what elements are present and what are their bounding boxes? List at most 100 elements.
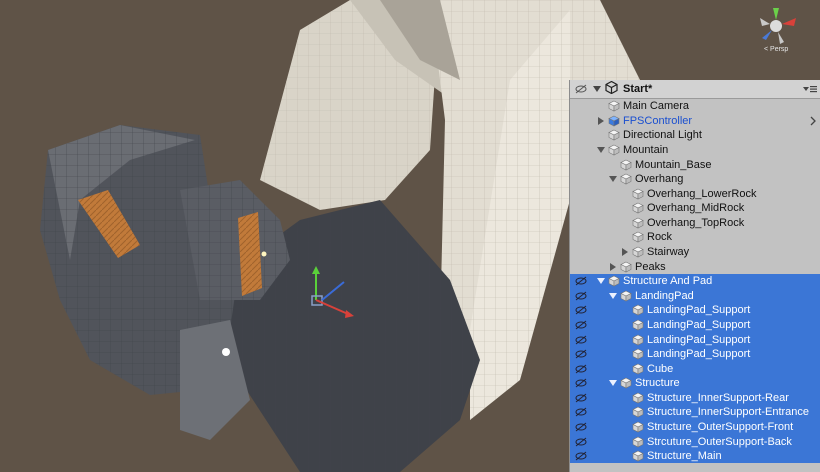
gameobject-cube-icon: [620, 159, 632, 171]
unity-logo-icon: [605, 80, 618, 97]
hierarchy-row[interactable]: Structure: [570, 375, 820, 391]
hierarchy-row[interactable]: LandingPad_Support: [570, 303, 820, 318]
gameobject-cube-icon: [632, 304, 644, 316]
hierarchy-row[interactable]: LandingPad_Support: [570, 332, 820, 347]
hierarchy-row-label: LandingPad_Support: [647, 304, 751, 317]
hierarchy-row[interactable]: Peaks: [570, 259, 820, 274]
visibility-eye-icon[interactable]: [570, 393, 592, 403]
hierarchy-row[interactable]: Overhang: [570, 172, 820, 187]
gameobject-cube-icon: [608, 100, 620, 112]
gameobject-cube-icon: [632, 348, 644, 360]
hierarchy-row-label: Structure_InnerSupport-Rear: [647, 391, 789, 404]
hierarchy-row[interactable]: Structure_OuterSupport-Front: [570, 419, 820, 435]
hierarchy-row[interactable]: Structure And Pad: [570, 273, 820, 289]
gameobject-cube-icon: [620, 377, 632, 389]
expand-triangle-down-icon[interactable]: [596, 276, 606, 286]
hierarchy-row-label: Main Camera: [623, 100, 690, 113]
gameobject-cube-icon: [632, 450, 644, 462]
gameobject-cube-icon: [632, 406, 644, 418]
hierarchy-row[interactable]: Mountain: [570, 143, 820, 158]
gameobject-cube-icon: [620, 290, 632, 302]
hierarchy-row[interactable]: Structure_Main: [570, 448, 820, 464]
visibility-eye-icon[interactable]: [570, 451, 592, 461]
expand-triangle-down-icon[interactable]: [608, 291, 618, 301]
hierarchy-header: Start*: [570, 80, 820, 99]
gameobject-cube-icon: [620, 173, 632, 185]
gameobject-cube-icon: [620, 261, 632, 273]
hierarchy-row[interactable]: Overhang_TopRock: [570, 216, 820, 231]
hierarchy-row[interactable]: LandingPad: [570, 288, 820, 304]
hierarchy-row-label: LandingPad_Support: [647, 318, 751, 331]
hierarchy-row-label: Structure_InnerSupport-Entrance: [647, 406, 810, 419]
expand-triangle-down-icon[interactable]: [608, 174, 618, 184]
expand-triangle-right-icon[interactable]: [596, 116, 606, 126]
hierarchy-row-label: Strcuture_OuterSupport-Back: [647, 435, 792, 448]
gameobject-cube-icon: [632, 319, 644, 331]
hierarchy-row[interactable]: Overhang_LowerRock: [570, 186, 820, 201]
visibility-eye-icon[interactable]: [570, 349, 592, 359]
hierarchy-row[interactable]: Directional Light: [570, 128, 820, 143]
gameobject-cube-icon: [632, 363, 644, 375]
visibility-eye-icon[interactable]: [570, 305, 592, 315]
gameobject-cube-icon: [608, 144, 620, 156]
scene-title[interactable]: Start*: [623, 83, 652, 95]
hierarchy-row[interactable]: Strcuture_OuterSupport-Back: [570, 434, 820, 449]
hierarchy-row[interactable]: Structure_InnerSupport-Rear: [570, 390, 820, 406]
hierarchy-row-label: Overhang_MidRock: [647, 202, 745, 215]
visibility-eye-icon[interactable]: [570, 320, 592, 330]
hierarchy-row-label: Mountain_Base: [635, 158, 712, 171]
expand-triangle-down-icon[interactable]: [596, 145, 606, 155]
visibility-eye-icon[interactable]: [570, 276, 592, 286]
hierarchy-row[interactable]: FPSController: [570, 114, 820, 129]
hierarchy-row[interactable]: Main Camera: [570, 99, 820, 114]
hierarchy-row[interactable]: LandingPad_Support: [570, 346, 820, 362]
hierarchy-row[interactable]: Overhang_MidRock: [570, 201, 820, 216]
hierarchy-row[interactable]: Cube: [570, 361, 820, 376]
hierarchy-row-label: LandingPad_Support: [647, 333, 751, 346]
hierarchy-row[interactable]: LandingPad_Support: [570, 317, 820, 333]
hierarchy-row-label: LandingPad: [635, 289, 694, 302]
scene-fold-icon[interactable]: [592, 84, 602, 94]
hierarchy-row-label: Overhang: [635, 173, 684, 186]
visibility-toggle-all-icon[interactable]: [570, 80, 592, 98]
hierarchy-row[interactable]: Mountain_Base: [570, 157, 820, 172]
gameobject-cube-icon: [632, 392, 644, 404]
visibility-eye-icon[interactable]: [570, 364, 592, 374]
hierarchy-row-label: Overhang_TopRock: [647, 216, 745, 229]
gameobject-cube-icon: [608, 129, 620, 141]
context-menu-icon[interactable]: [803, 83, 817, 95]
visibility-eye-icon[interactable]: [570, 335, 592, 345]
hierarchy-panel: Start* Main Camera FPSController Directi…: [569, 80, 820, 472]
visibility-eye-icon[interactable]: [570, 422, 592, 432]
hierarchy-row-label: Directional Light: [623, 129, 702, 142]
hierarchy-row[interactable]: Structure_InnerSupport-Entrance: [570, 405, 820, 420]
hierarchy-row-label: FPSController: [623, 114, 693, 127]
hierarchy-row-label: Stairway: [647, 246, 690, 259]
gameobject-cube-icon: [608, 275, 620, 287]
hierarchy-row-label: Mountain: [623, 144, 669, 157]
chevron-right-icon[interactable]: [809, 116, 817, 129]
hierarchy-row-label: Rock: [647, 231, 673, 244]
hierarchy-row[interactable]: Rock: [570, 230, 820, 245]
expand-triangle-right-icon[interactable]: [608, 262, 618, 272]
visibility-eye-icon[interactable]: [570, 291, 592, 301]
hierarchy-row-label: Structure_Main: [647, 450, 722, 463]
hierarchy-row-label: Peaks: [635, 260, 666, 273]
visibility-eye-icon[interactable]: [570, 378, 592, 388]
hierarchy-tree: Main Camera FPSController Directional Li…: [570, 99, 820, 464]
prefab-cube-icon: [608, 115, 620, 127]
gameobject-cube-icon: [632, 188, 644, 200]
expand-triangle-down-icon[interactable]: [608, 378, 618, 388]
hierarchy-row-label: Overhang_LowerRock: [647, 187, 757, 200]
gameobject-cube-icon: [632, 202, 644, 214]
hierarchy-row[interactable]: Stairway: [570, 245, 820, 260]
gameobject-cube-icon: [632, 231, 644, 243]
hierarchy-row-label: Structure: [635, 377, 680, 390]
gameobject-cube-icon: [632, 421, 644, 433]
hierarchy-row-label: Cube: [647, 362, 674, 375]
visibility-eye-icon[interactable]: [570, 407, 592, 417]
projection-label[interactable]: < Persp: [764, 46, 788, 53]
gameobject-cube-icon: [632, 246, 644, 258]
expand-triangle-right-icon[interactable]: [620, 247, 630, 257]
visibility-eye-icon[interactable]: [570, 437, 592, 447]
